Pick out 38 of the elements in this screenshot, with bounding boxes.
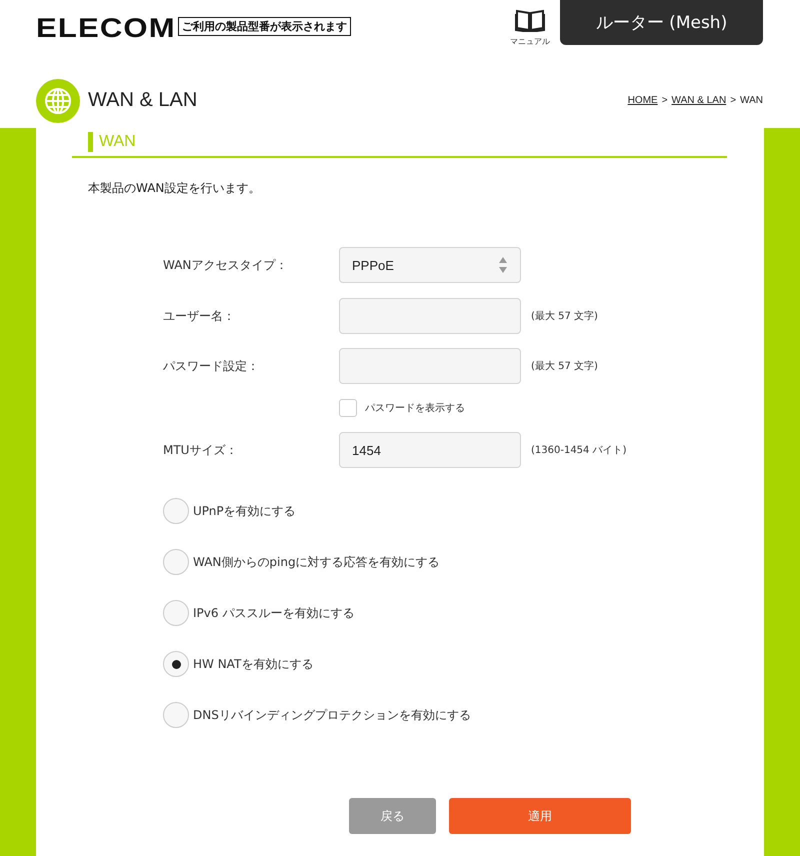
book-icon: [515, 8, 545, 32]
radio-button[interactable]: [163, 600, 189, 626]
logo: ELECOM: [36, 13, 177, 44]
radio-button[interactable]: [163, 702, 189, 728]
field-label: WANアクセスタイプ：: [163, 256, 288, 274]
input-field[interactable]: [339, 298, 521, 334]
breadcrumb-current: WAN: [740, 95, 763, 106]
option-label: WAN側からのpingに対する応答を有効にする: [193, 554, 440, 570]
field-label: ユーザー名：: [163, 308, 236, 324]
radio-button[interactable]: [163, 549, 189, 575]
option-label: DNSリバインディングプロテクションを有効にする: [193, 706, 471, 724]
breadcrumb-link[interactable]: HOME: [628, 95, 658, 106]
breadcrumb-link[interactable]: WAN & LAN: [672, 95, 726, 106]
radio-button[interactable]: [163, 651, 189, 677]
field-label: パスワード設定：: [163, 358, 260, 374]
page-title: WAN & LAN: [88, 89, 198, 112]
access-type-select[interactable]: PPPoE: [339, 247, 521, 283]
input-field[interactable]: [339, 348, 521, 384]
section-title: WAN: [88, 132, 136, 152]
manual-link[interactable]: マニュアル: [510, 8, 550, 47]
field-hint: (1360-1454 バイト): [531, 444, 626, 457]
globe-icon: [36, 78, 80, 123]
option-label: HW NATを有効にする: [193, 656, 314, 672]
checkbox[interactable]: [339, 399, 357, 417]
section-description: 本製品のWAN設定を行います。: [88, 180, 262, 197]
sort-arrows-icon: [498, 256, 508, 274]
field-label: MTUサイズ：: [163, 442, 238, 458]
option-label: IPv6 パススルーを有効にする: [193, 604, 354, 622]
field-hint: (最大 57 文字): [531, 310, 598, 323]
breadcrumb-separator: >: [662, 95, 668, 106]
input-field[interactable]: 1454: [339, 432, 521, 468]
checkbox-label: パスワードを表示する: [365, 402, 465, 415]
option-label: UPnPを有効にする: [193, 502, 296, 520]
radio-button[interactable]: [163, 498, 189, 524]
product-tab[interactable]: ルーター (Mesh): [560, 0, 763, 45]
field-hint: (最大 57 文字): [531, 360, 598, 373]
breadcrumb-separator: >: [730, 95, 736, 106]
model-notice: ご利用の製品型番が表示されます: [178, 17, 351, 36]
